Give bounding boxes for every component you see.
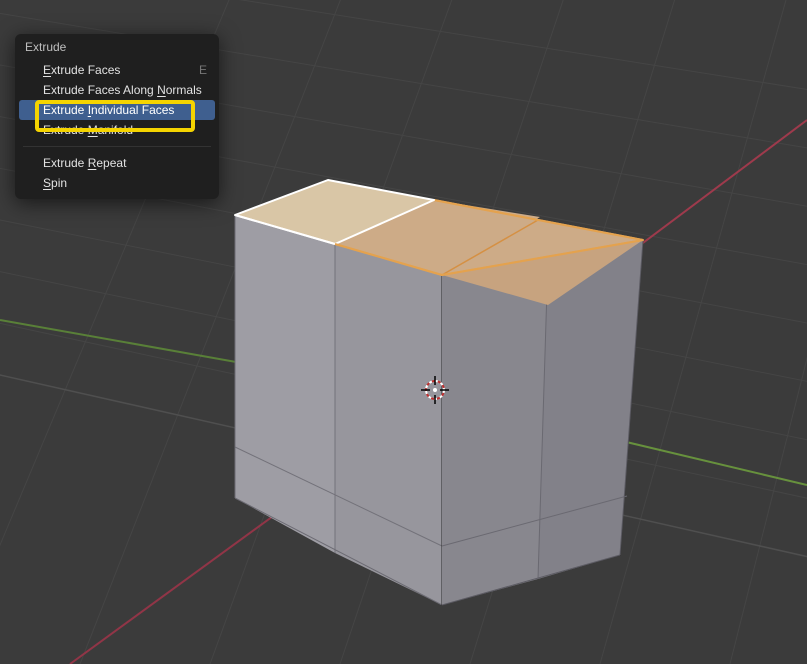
- menu-item-label: Extrude Manifold: [43, 123, 133, 137]
- menu-separator: [23, 146, 211, 147]
- menu-item-shortcut: E: [199, 60, 207, 80]
- menu-item-extrude-repeat[interactable]: Extrude Repeat: [19, 153, 215, 173]
- menu-title: Extrude: [15, 34, 219, 60]
- menu-item-extrude-faces-along-normals[interactable]: Extrude Faces Along Normals: [19, 80, 215, 100]
- menu-item-spin[interactable]: Spin: [19, 173, 215, 193]
- menu-item-label: Extrude Faces: [43, 63, 120, 77]
- menu-item-label: Extrude Faces Along Normals: [43, 83, 202, 97]
- menu-item-extrude-faces[interactable]: Extrude Faces E: [19, 60, 215, 80]
- menu-item-extrude-manifold[interactable]: Extrude Manifold: [19, 120, 215, 140]
- extrude-menu: Extrude Extrude Faces E Extrude Faces Alon…: [15, 34, 219, 199]
- menu-item-label: Spin: [43, 176, 67, 190]
- menu-item-label: Extrude Repeat: [43, 156, 126, 170]
- menu-item-extrude-individual-faces[interactable]: Extrude Individual Faces: [19, 100, 215, 120]
- menu-item-label: Extrude Individual Faces: [43, 103, 174, 117]
